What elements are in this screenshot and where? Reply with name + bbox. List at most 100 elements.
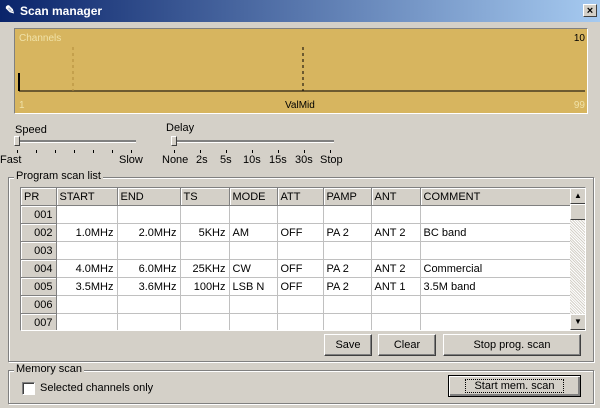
column-header-comment[interactable]: COMMENT — [420, 188, 571, 206]
start-mem-scan-button[interactable]: Start mem. scan — [448, 375, 581, 397]
cell-ts[interactable] — [180, 205, 230, 224]
cell-mode[interactable] — [229, 205, 278, 224]
table-row[interactable]: 006 — [21, 295, 571, 314]
cell-comment[interactable] — [420, 241, 571, 260]
cell-ts[interactable]: 25KHz — [180, 259, 230, 278]
cell-ant[interactable] — [371, 295, 421, 314]
selected-channels-checkbox[interactable] — [22, 382, 35, 395]
cell-start[interactable] — [56, 295, 118, 314]
cell-comment[interactable] — [420, 313, 571, 330]
cell-end[interactable] — [117, 241, 181, 260]
row-number[interactable]: 004 — [21, 259, 57, 278]
cell-ts[interactable] — [180, 241, 230, 260]
cell-pamp[interactable] — [323, 205, 372, 224]
cell-ant[interactable] — [371, 241, 421, 260]
column-header-mode[interactable]: MODE — [229, 188, 278, 206]
cell-ant[interactable] — [371, 313, 421, 330]
channel-display[interactable]: Channels 10 1 ValMid 99 — [14, 28, 588, 114]
delay-thumb[interactable] — [171, 136, 177, 146]
cell-ts[interactable] — [180, 295, 230, 314]
cell-comment[interactable] — [420, 295, 571, 314]
cell-att[interactable] — [277, 205, 324, 224]
cell-end[interactable] — [117, 313, 181, 330]
scroll-thumb[interactable] — [570, 204, 585, 220]
row-number[interactable]: 005 — [21, 277, 57, 296]
column-header-ts[interactable]: TS — [180, 188, 230, 206]
cell-pamp[interactable] — [323, 313, 372, 330]
close-button[interactable]: × — [583, 4, 597, 17]
cell-pamp[interactable]: PA 2 — [323, 223, 372, 242]
cell-att[interactable] — [277, 313, 324, 330]
delay-label: Delay — [166, 122, 195, 134]
cell-start[interactable] — [56, 313, 118, 330]
cell-mode[interactable]: AM — [229, 223, 278, 242]
column-header-ant[interactable]: ANT — [371, 188, 421, 206]
cell-start[interactable] — [56, 241, 118, 260]
table-row[interactable]: 007 — [21, 313, 571, 330]
save-button[interactable]: Save — [324, 334, 372, 356]
close-icon: × — [586, 5, 594, 17]
cell-comment[interactable]: 3.5M band — [420, 277, 571, 296]
row-number[interactable]: 003 — [21, 241, 57, 260]
cell-ts[interactable] — [180, 313, 230, 330]
cell-start[interactable]: 4.0MHz — [56, 259, 118, 278]
cell-end[interactable] — [117, 295, 181, 314]
stop-prog-scan-button[interactable]: Stop prog. scan — [443, 334, 581, 356]
table-row[interactable]: 002 1.0MHz 2.0MHz 5KHz AM OFF PA 2 ANT 2… — [21, 223, 571, 242]
cell-pamp[interactable] — [323, 295, 372, 314]
start-mem-scan-label: Start mem. scan — [465, 379, 564, 393]
selected-channels-label[interactable]: Selected channels only — [40, 382, 153, 394]
cell-pamp[interactable] — [323, 241, 372, 260]
cell-end[interactable] — [117, 205, 181, 224]
cell-comment[interactable] — [420, 205, 571, 224]
clear-button[interactable]: Clear — [378, 334, 436, 356]
column-header-pamp[interactable]: PAMP — [323, 188, 372, 206]
title-bar[interactable]: ✎ Scan manager × — [0, 0, 600, 22]
cell-end[interactable]: 2.0MHz — [117, 223, 181, 242]
program-scan-table[interactable]: PR START END TS MODE ATT PAMP ANT COMMEN… — [20, 187, 586, 331]
column-header-end[interactable]: END — [117, 188, 181, 206]
table-row[interactable]: 005 3.5MHz 3.6MHz 100Hz LSB N OFF PA 2 A… — [21, 277, 571, 296]
cell-mode[interactable] — [229, 241, 278, 260]
column-header-att[interactable]: ATT — [277, 188, 324, 206]
scroll-up-button[interactable]: ▲ — [570, 188, 585, 204]
speed-thumb[interactable] — [14, 136, 20, 146]
cell-pamp[interactable]: PA 2 — [323, 259, 372, 278]
row-number[interactable]: 002 — [21, 223, 57, 242]
cell-ant[interactable]: ANT 1 — [371, 277, 421, 296]
scroll-down-button[interactable]: ▼ — [570, 314, 585, 330]
column-header-start[interactable]: START — [56, 188, 118, 206]
row-number[interactable]: 006 — [21, 295, 57, 314]
row-number[interactable]: 007 — [21, 313, 57, 330]
cell-ant[interactable] — [371, 205, 421, 224]
table-row[interactable]: 003 — [21, 241, 571, 260]
cell-ant[interactable]: ANT 2 — [371, 259, 421, 278]
row-number[interactable]: 001 — [21, 205, 57, 224]
speed-fast-label: Fast — [0, 154, 22, 166]
cell-att[interactable] — [277, 295, 324, 314]
cell-pamp[interactable]: PA 2 — [323, 277, 372, 296]
cell-start[interactable]: 1.0MHz — [56, 223, 118, 242]
cell-mode[interactable]: LSB N — [229, 277, 278, 296]
column-header-pr[interactable]: PR — [21, 188, 57, 206]
table-vertical-scrollbar[interactable]: ▲ ▼ — [570, 188, 585, 330]
table-row[interactable]: 001 — [21, 205, 571, 224]
cell-ant[interactable]: ANT 2 — [371, 223, 421, 242]
cell-mode[interactable] — [229, 295, 278, 314]
cell-end[interactable]: 6.0MHz — [117, 259, 181, 278]
cell-att[interactable]: OFF — [277, 259, 324, 278]
cell-ts[interactable]: 100Hz — [180, 277, 230, 296]
cell-start[interactable]: 3.5MHz — [56, 277, 118, 296]
cell-att[interactable] — [277, 241, 324, 260]
cell-att[interactable]: OFF — [277, 277, 324, 296]
cell-end[interactable]: 3.6MHz — [117, 277, 181, 296]
cell-start[interactable] — [56, 205, 118, 224]
cell-att[interactable]: OFF — [277, 223, 324, 242]
table-row[interactable]: 004 4.0MHz 6.0MHz 25KHz CW OFF PA 2 ANT … — [21, 259, 571, 278]
cell-comment[interactable]: BC band — [420, 223, 571, 242]
cell-mode[interactable]: CW — [229, 259, 278, 278]
cell-mode[interactable] — [229, 313, 278, 330]
cell-ts[interactable]: 5KHz — [180, 223, 230, 242]
delay-option: 10s — [243, 154, 261, 166]
cell-comment[interactable]: Commercial — [420, 259, 571, 278]
